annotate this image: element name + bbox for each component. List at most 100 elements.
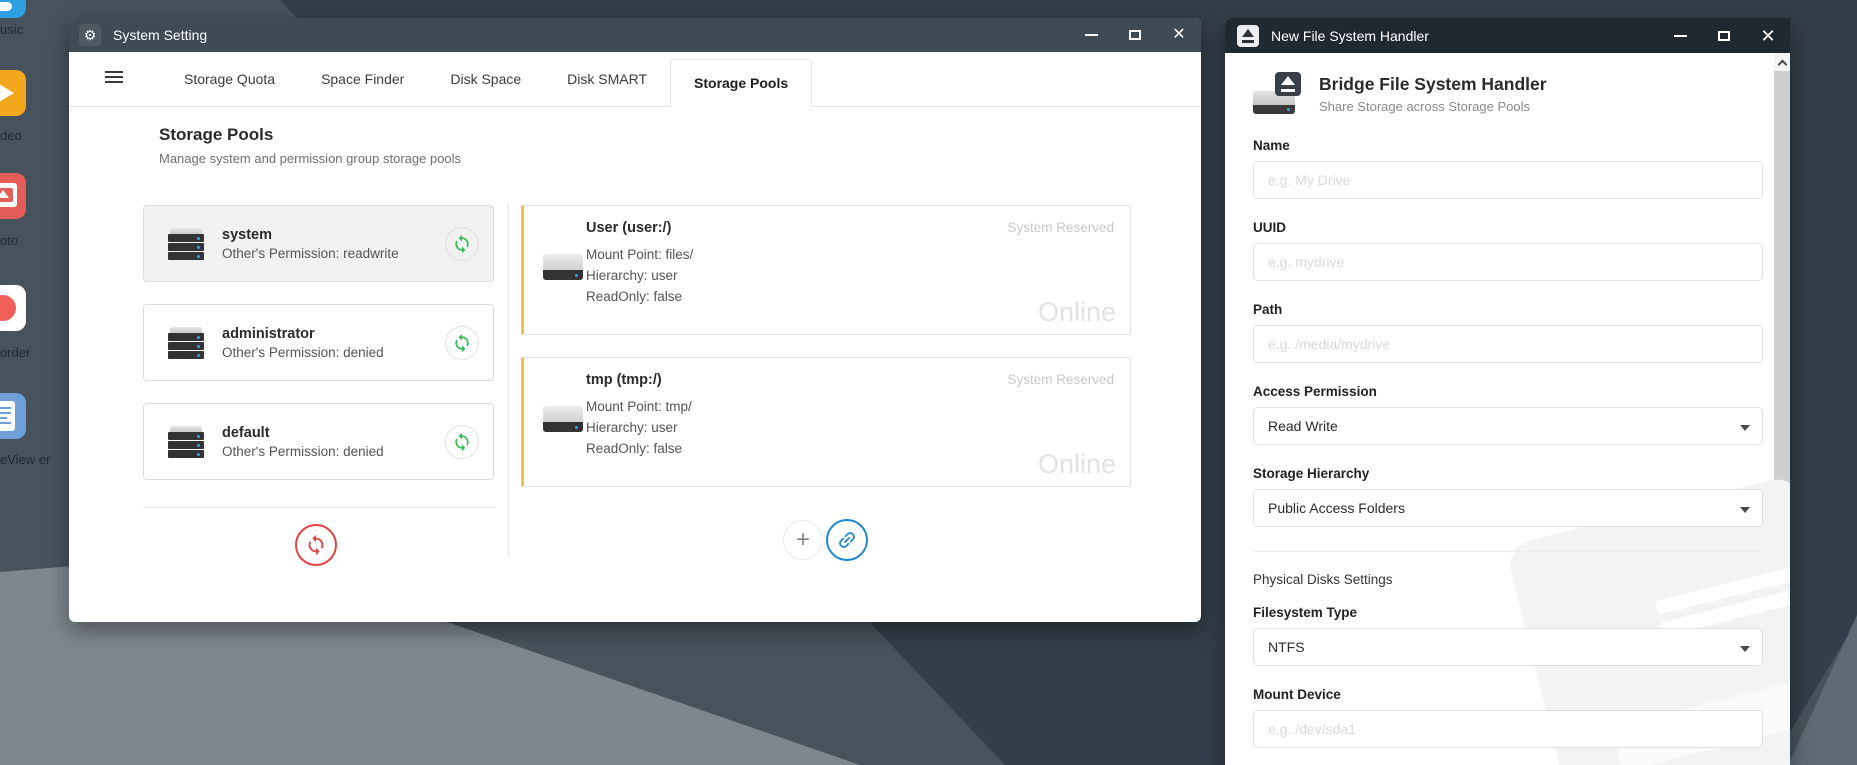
server-icon xyxy=(168,426,204,458)
handler-titlebar[interactable]: New File System Handler ✕ xyxy=(1225,18,1790,53)
dock-label: usic xyxy=(0,22,52,37)
minimize-icon xyxy=(1085,34,1098,36)
add-mount-button[interactable]: + xyxy=(783,520,823,560)
tab-space-finder[interactable]: Space Finder xyxy=(298,52,427,106)
pool-permission: Other's Permission: denied xyxy=(222,345,445,360)
close-button[interactable]: ✕ xyxy=(1157,27,1201,43)
new-file-system-handler-window: New File System Handler ✕ xyxy=(1225,18,1790,765)
music-app-icon[interactable] xyxy=(0,0,26,18)
maximize-button[interactable] xyxy=(1702,31,1746,41)
link-icon xyxy=(831,524,862,555)
sync-pool-button[interactable] xyxy=(445,227,479,261)
hierarchy-row: Hierarchy: user xyxy=(586,268,678,283)
minimize-button[interactable] xyxy=(1658,35,1702,37)
path-label: Path xyxy=(1253,302,1763,317)
maximize-icon xyxy=(1718,31,1730,41)
tab-disk-space[interactable]: Disk Space xyxy=(427,52,544,106)
chevron-down-icon xyxy=(1740,507,1750,513)
system-setting-window: ⚙ System Setting ✕ Storage Quota Space F… xyxy=(69,18,1201,622)
eject-icon xyxy=(1237,25,1259,47)
mount-title: User (user:/) xyxy=(586,220,671,236)
uuid-input[interactable] xyxy=(1253,243,1763,281)
video-app-icon[interactable] xyxy=(0,70,26,116)
refresh-icon xyxy=(305,534,327,556)
path-field-group: Path xyxy=(1253,302,1763,363)
pool-name: system xyxy=(222,227,445,243)
mount-point-row: Mount Point: files/ xyxy=(586,247,693,262)
sync-icon xyxy=(452,333,472,353)
drive-icon xyxy=(543,254,583,280)
tab-storage-quota[interactable]: Storage Quota xyxy=(161,52,298,106)
sync-icon xyxy=(452,234,472,254)
pool-name: default xyxy=(222,425,445,441)
filesystem-type-group: Filesystem Type NTFS xyxy=(1253,605,1763,666)
filesystem-type-value: NTFS xyxy=(1268,639,1305,655)
pool-permission: Other's Permission: denied xyxy=(222,444,445,459)
settings-tabbar: Storage Quota Space Finder Disk Space Di… xyxy=(69,52,1201,107)
photo-app-icon[interactable] xyxy=(0,173,26,219)
hierarchy-row: Hierarchy: user xyxy=(586,420,678,435)
handler-heading: Bridge File System Handler xyxy=(1319,72,1547,95)
chevron-up-icon xyxy=(1777,59,1787,69)
sync-pool-button[interactable] xyxy=(445,326,479,360)
link-mount-button[interactable] xyxy=(826,519,868,561)
filesystem-type-select[interactable]: NTFS xyxy=(1253,628,1763,666)
system-setting-titlebar[interactable]: ⚙ System Setting ✕ xyxy=(69,18,1201,52)
page-subtitle: Manage system and permission group stora… xyxy=(159,151,461,166)
tab-storage-pools[interactable]: Storage Pools xyxy=(670,59,812,107)
pool-card-system[interactable]: system Other's Permission: readwrite xyxy=(143,205,494,282)
section-divider xyxy=(1253,551,1763,552)
access-permission-label: Access Permission xyxy=(1253,384,1763,399)
pool-card-administrator[interactable]: administrator Other's Permission: denied xyxy=(143,304,494,381)
storage-pools-content: Storage Pools Manage system and permissi… xyxy=(69,107,1201,621)
scroll-up-button[interactable] xyxy=(1774,53,1790,71)
dock-label: eView er xyxy=(0,452,52,467)
name-input[interactable] xyxy=(1253,161,1763,199)
mount-point-row: Mount Point: tmp/ xyxy=(586,399,692,414)
mount-device-group: Mount Device xyxy=(1253,687,1763,748)
access-permission-select[interactable]: Read Write xyxy=(1253,407,1763,445)
gear-icon: ⚙ xyxy=(79,24,101,46)
access-permission-value: Read Write xyxy=(1268,418,1338,434)
close-icon: ✕ xyxy=(1760,27,1775,45)
physical-disks-section-label: Physical Disks Settings xyxy=(1253,572,1762,587)
readonly-row: ReadOnly: false xyxy=(586,441,682,456)
name-field-group: Name xyxy=(1253,138,1763,199)
pool-permission: Other's Permission: readwrite xyxy=(222,246,445,261)
close-icon: ✕ xyxy=(1172,27,1185,43)
storage-hierarchy-select[interactable]: Public Access Folders xyxy=(1253,489,1763,527)
handler-subheading: Share Storage across Storage Pools xyxy=(1319,99,1547,114)
storage-hierarchy-value: Public Access Folders xyxy=(1268,500,1405,516)
page-title: Storage Pools xyxy=(159,125,273,145)
window-title: New File System Handler xyxy=(1271,28,1429,44)
mount-device-input[interactable] xyxy=(1253,710,1763,748)
dock-label: deo xyxy=(0,128,52,143)
minimize-icon xyxy=(1674,35,1687,37)
refresh-pools-button[interactable] xyxy=(295,524,337,566)
pool-list-divider xyxy=(143,507,494,508)
online-status: Online xyxy=(1038,297,1116,328)
sync-pool-button[interactable] xyxy=(445,425,479,459)
dock-label: order xyxy=(0,345,52,360)
maximize-button[interactable] xyxy=(1113,30,1157,40)
bridge-drive-icon xyxy=(1253,72,1301,114)
access-permission-group: Access Permission Read Write xyxy=(1253,384,1763,445)
close-button[interactable]: ✕ xyxy=(1746,27,1790,45)
menu-button[interactable] xyxy=(105,71,123,86)
tab-disk-smart[interactable]: Disk SMART xyxy=(544,52,670,106)
storage-hierarchy-label: Storage Hierarchy xyxy=(1253,466,1763,481)
mount-card-tmp[interactable]: tmp (tmp:/) Mount Point: tmp/ Hierarchy:… xyxy=(521,357,1131,487)
chevron-down-icon xyxy=(1740,646,1750,652)
system-reserved-badge: System Reserved xyxy=(1007,372,1114,387)
handler-form: Bridge File System Handler Share Storage… xyxy=(1225,53,1790,765)
path-input[interactable] xyxy=(1253,325,1763,363)
window-title: System Setting xyxy=(113,27,207,43)
pool-card-default[interactable]: default Other's Permission: denied xyxy=(143,403,494,480)
mount-card-user[interactable]: User (user:/) Mount Point: files/ Hierar… xyxy=(521,205,1131,335)
mount-device-label: Mount Device xyxy=(1253,687,1763,702)
online-status: Online xyxy=(1038,449,1116,480)
minimize-button[interactable] xyxy=(1069,34,1113,36)
recorder-app-icon[interactable] xyxy=(0,285,26,331)
viewer-app-icon[interactable] xyxy=(0,393,26,439)
desktop-dock: usic deo oto order eView er xyxy=(0,0,60,765)
